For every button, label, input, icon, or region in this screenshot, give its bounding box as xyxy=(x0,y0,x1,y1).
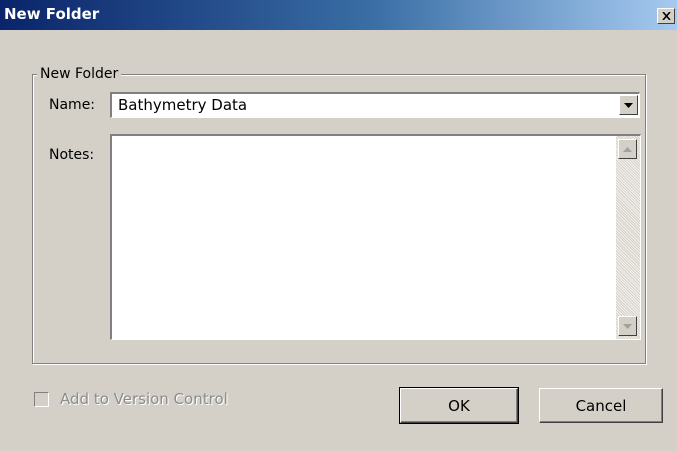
name-label: Name: xyxy=(49,97,96,113)
name-input[interactable]: Bathymetry Data xyxy=(118,96,247,115)
name-dropdown-button[interactable] xyxy=(619,95,638,115)
groupbox-legend: New Folder xyxy=(37,65,122,83)
close-icon xyxy=(661,12,671,20)
version-control-checkbox[interactable] xyxy=(34,392,49,407)
notes-scrollbar[interactable] xyxy=(616,136,640,339)
ok-button[interactable]: OK xyxy=(399,387,519,424)
scroll-down-arrow-icon xyxy=(623,323,632,329)
scroll-down-button[interactable] xyxy=(618,316,637,336)
chevron-down-icon xyxy=(624,102,633,108)
version-control-label: Add to Version Control xyxy=(60,390,228,408)
title-bar[interactable]: New Folder xyxy=(0,0,677,30)
scroll-up-button[interactable] xyxy=(618,139,637,159)
notes-textarea[interactable] xyxy=(110,134,641,340)
window-title: New Folder xyxy=(4,5,100,23)
cancel-button[interactable]: Cancel xyxy=(539,388,663,423)
close-button[interactable] xyxy=(657,8,675,24)
name-combobox[interactable]: Bathymetry Data xyxy=(110,92,640,118)
scroll-up-arrow-icon xyxy=(623,146,632,152)
notes-label: Notes: xyxy=(49,147,95,163)
